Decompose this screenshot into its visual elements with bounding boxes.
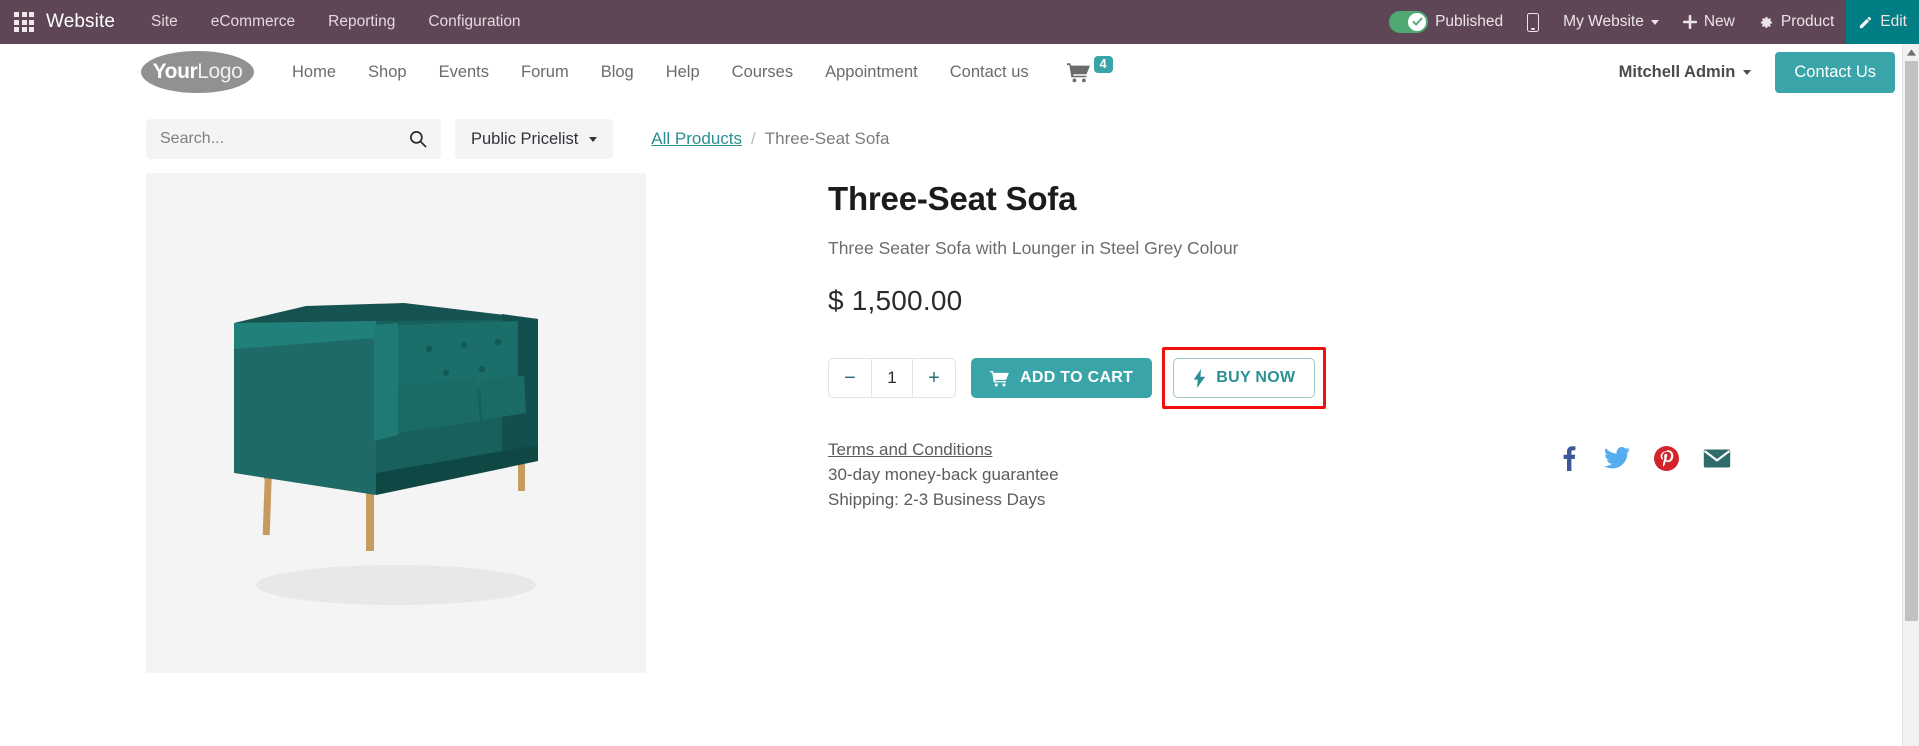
product-image[interactable] — [146, 173, 646, 673]
product-image-column — [146, 173, 646, 673]
new-button[interactable]: New — [1671, 0, 1747, 44]
product-subtitle: Three Seater Sofa with Lounger in Steel … — [828, 238, 1239, 258]
buy-now-highlight: BUY NOW — [1162, 347, 1327, 409]
page-root: Website Site eCommerce Reporting Configu… — [0, 0, 1919, 746]
scrollbar-thumb[interactable] — [1905, 61, 1918, 621]
cart-button[interactable]: 4 — [1066, 55, 1113, 83]
quantity-decrease-button[interactable]: − — [829, 359, 871, 397]
terms-and-conditions-link[interactable]: Terms and Conditions — [828, 437, 992, 462]
search-placeholder: Search... — [160, 130, 225, 147]
pricelist-label: Public Pricelist — [471, 129, 579, 148]
mobile-icon — [1527, 12, 1540, 32]
edit-label: Edit — [1880, 13, 1907, 30]
user-name-label: Mitchell Admin — [1618, 62, 1736, 81]
quantity-increase-button[interactable]: + — [913, 359, 955, 397]
nav-item-home[interactable]: Home — [276, 63, 352, 82]
product-settings-button[interactable]: Product — [1747, 0, 1846, 44]
breadcrumb-separator: / — [751, 129, 756, 148]
odoo-menu: Site eCommerce Reporting Configuration — [151, 13, 521, 31]
chevron-down-icon — [1743, 69, 1752, 75]
publish-label: Published — [1435, 13, 1504, 30]
buy-now-button[interactable]: BUY NOW — [1173, 358, 1316, 398]
social-share-links — [1558, 445, 1731, 471]
header-right: Mitchell Admin Contact Us — [1619, 51, 1895, 93]
facebook-icon[interactable] — [1558, 445, 1580, 471]
nav-item-help[interactable]: Help — [650, 63, 716, 82]
nav-item-contact-us[interactable]: Contact us — [934, 63, 1045, 82]
scroll-up-button[interactable] — [1903, 44, 1919, 61]
quantity-input[interactable]: 1 — [871, 359, 913, 397]
apps-grid-icon[interactable] — [14, 12, 34, 32]
mobile-preview-button[interactable] — [1515, 0, 1551, 44]
site-nav: Home Shop Events Forum Blog Help Courses… — [276, 55, 1113, 83]
product-price: $ 1,500.00 — [828, 285, 1859, 317]
tools-row: Search... Public Pricelist All Products … — [0, 101, 1919, 173]
site-logo[interactable]: Your Logo — [141, 51, 254, 93]
gear-icon — [1760, 16, 1772, 28]
shipping-text: Shipping: 2-3 Business Days — [828, 490, 1046, 510]
logo-primary-text: Your — [152, 60, 198, 83]
buy-now-label: BUY NOW — [1216, 369, 1296, 386]
nav-item-shop[interactable]: Shop — [352, 63, 423, 82]
breadcrumb-all-products[interactable]: All Products — [651, 129, 742, 149]
scroll-up-arrow-icon — [1906, 49, 1916, 56]
nav-item-blog[interactable]: Blog — [585, 63, 650, 82]
app-name[interactable]: Website — [46, 11, 115, 33]
nav-item-appointment[interactable]: Appointment — [809, 63, 934, 82]
price-amount: 1,500.00 — [851, 285, 963, 316]
pricelist-dropdown[interactable]: Public Pricelist — [455, 119, 614, 159]
publish-toggle[interactable]: Published — [1377, 0, 1515, 44]
website-selector-label: My Website — [1563, 13, 1644, 30]
user-menu[interactable]: Mitchell Admin — [1619, 63, 1752, 82]
odoo-system-bar: Website Site eCommerce Reporting Configu… — [0, 0, 1919, 44]
search-icon[interactable] — [409, 130, 427, 148]
plus-icon — [1682, 15, 1697, 29]
new-label: New — [1703, 13, 1735, 30]
check-icon — [1412, 17, 1423, 26]
email-icon[interactable] — [1703, 448, 1731, 469]
product-label: Product — [1780, 13, 1835, 30]
website-selector[interactable]: My Website — [1551, 0, 1671, 44]
pinterest-icon[interactable] — [1654, 445, 1679, 471]
contact-us-button[interactable]: Contact Us — [1775, 51, 1895, 93]
search-input[interactable]: Search... — [146, 119, 441, 159]
nav-item-courses[interactable]: Courses — [716, 63, 809, 82]
cart-count-badge: 4 — [1093, 55, 1113, 73]
price-currency: $ — [828, 285, 844, 316]
purchase-controls: − 1 + ADD TO CART BUY NOW — [828, 347, 1859, 409]
twitter-icon[interactable] — [1604, 445, 1630, 471]
breadcrumb: All Products / Three-Seat Sofa — [651, 129, 889, 149]
product-detail: Three-Seat Sofa Three Seater Sofa with L… — [0, 173, 1919, 673]
website-header: Your Logo Home Shop Events Forum Blog Hel… — [0, 44, 1919, 101]
product-info: Three-Seat Sofa Three Seater Sofa with L… — [646, 173, 1859, 673]
sofa-illustration — [146, 173, 646, 673]
edit-button[interactable]: Edit — [1846, 0, 1919, 44]
logo-secondary-text: Logo — [197, 60, 243, 83]
odoo-bar-right: Published My Website New Product Edit — [1377, 0, 1919, 44]
chevron-down-icon — [589, 136, 598, 142]
breadcrumb-current: Three-Seat Sofa — [764, 129, 890, 148]
publish-switch[interactable] — [1389, 11, 1429, 33]
menu-item-reporting[interactable]: Reporting — [328, 13, 395, 31]
menu-item-ecommerce[interactable]: eCommerce — [211, 13, 295, 31]
add-to-cart-button[interactable]: ADD TO CART — [971, 358, 1153, 398]
vertical-scrollbar[interactable] — [1902, 44, 1919, 746]
add-to-cart-label: ADD TO CART — [1020, 369, 1134, 386]
pencil-icon — [1860, 16, 1872, 28]
nav-item-forum[interactable]: Forum — [505, 63, 585, 82]
menu-item-configuration[interactable]: Configuration — [428, 13, 520, 31]
chevron-down-icon — [1650, 19, 1659, 25]
menu-item-site[interactable]: Site — [151, 13, 178, 31]
nav-item-events[interactable]: Events — [423, 63, 505, 82]
product-title: Three-Seat Sofa — [828, 180, 1077, 217]
cart-icon — [990, 370, 1009, 386]
bolt-icon — [1194, 368, 1206, 388]
cart-icon — [1066, 62, 1090, 82]
quantity-stepper: − 1 + — [828, 358, 956, 398]
